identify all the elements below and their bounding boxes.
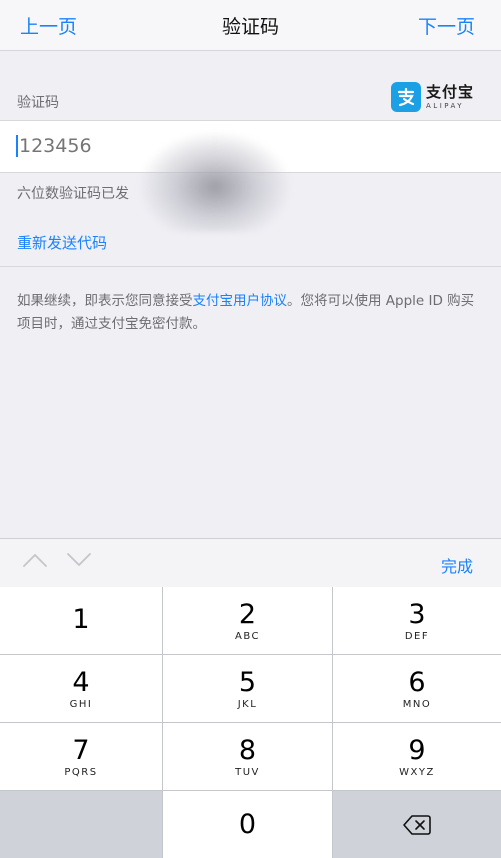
key-digit: 3	[408, 598, 426, 630]
chevron-down-icon[interactable]	[66, 552, 92, 572]
key-letters: MNO	[402, 698, 432, 710]
key-digit: 0	[238, 808, 257, 840]
key-letters: DEF	[404, 630, 430, 642]
key-8[interactable]: 8 TUV	[163, 723, 333, 791]
delete-key[interactable]	[333, 791, 501, 858]
keyboard-toolbar: 完成	[0, 538, 501, 587]
done-button[interactable]: 完成	[441, 553, 473, 577]
key-digit: 4	[72, 666, 90, 698]
key-digit: 8	[238, 734, 257, 766]
next-page-button[interactable]: 下一页	[418, 12, 475, 39]
key-6[interactable]: 6 MNO	[333, 655, 501, 723]
key-1[interactable]: 1	[0, 587, 163, 655]
key-2[interactable]: 2 ABC	[163, 587, 333, 655]
alipay-logo-icon	[391, 82, 421, 112]
resend-code-link[interactable]: 重新发送代码	[17, 232, 107, 253]
terms-notice: 如果继续，即表示您同意接受支付宝用户协议。您将可以使用 Apple ID 购买项…	[17, 290, 483, 336]
key-5[interactable]: 5 JKL	[163, 655, 333, 723]
key-letters: PQRS	[64, 766, 98, 778]
key-blank	[0, 791, 163, 858]
verification-code-label: 验证码	[17, 95, 59, 111]
key-letters: TUV	[235, 766, 260, 778]
alipay-name-en: ALIPAY	[426, 101, 465, 110]
key-7[interactable]: 7 PQRS	[0, 723, 163, 791]
redacted-phone-number	[140, 132, 290, 232]
key-letters: JKL	[237, 698, 258, 710]
terms-prefix: 如果继续，即表示您同意接受	[17, 293, 193, 309]
key-digit: 7	[72, 734, 90, 766]
key-letters: WXYZ	[399, 766, 435, 778]
key-digit: 6	[408, 666, 426, 698]
divider	[0, 266, 501, 267]
key-digit: 2	[238, 598, 257, 630]
text-cursor	[16, 135, 18, 157]
key-digit: 1	[72, 604, 90, 635]
key-letters: GHI	[69, 698, 93, 710]
key-digit: 5	[238, 666, 257, 698]
alipay-user-agreement-link[interactable]: 支付宝用户协议	[193, 293, 288, 309]
key-3[interactable]: 3 DEF	[333, 587, 501, 655]
key-4[interactable]: 4 GHI	[0, 655, 163, 723]
code-sent-hint: 六位数验证码已发	[17, 186, 129, 202]
alipay-logo: 支付宝 ALIPAY	[391, 80, 474, 114]
backspace-icon	[403, 814, 431, 835]
navigation-bar: 上一页 验证码 下一页	[0, 0, 501, 51]
key-letters: ABC	[234, 630, 260, 642]
key-9[interactable]: 9 WXYZ	[333, 723, 501, 791]
alipay-name-cn: 支付宝	[426, 82, 475, 101]
numeric-keypad: 1 2 ABC 3 DEF 4 GHI 5 JKL 6 MNO 7 PQRS 8…	[0, 587, 501, 858]
key-0[interactable]: 0	[163, 791, 333, 858]
key-digit: 9	[408, 734, 426, 766]
chevron-up-icon[interactable]	[22, 552, 48, 572]
